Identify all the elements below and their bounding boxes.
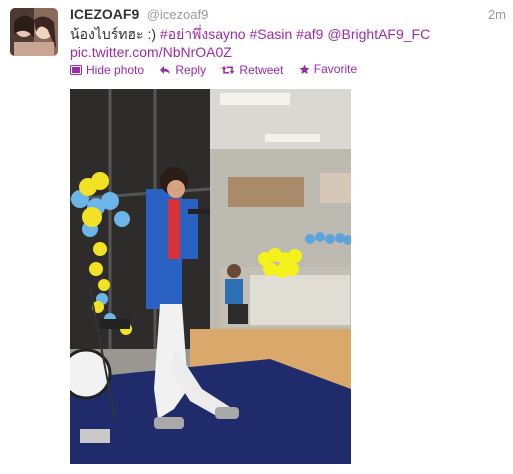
mention-link[interactable]: @BrightAF9_FC — [327, 26, 430, 42]
hashtag-link[interactable]: #af9 — [296, 26, 323, 42]
retweet-label: Retweet — [239, 62, 284, 77]
tweet: ICEZOAF9 @icezoaf9 2m น้องไบร์ทฮะ :) #อย… — [0, 0, 513, 474]
tweet-text: น้องไบร์ทฮะ :) #อย่าพึ่งsayno #Sasin #af… — [70, 25, 500, 61]
avatar[interactable] — [10, 8, 58, 56]
tweet-header: ICEZOAF9 @icezoaf9 2m — [70, 6, 510, 24]
tweet-text-prefix: น้องไบร์ทฮะ :) — [70, 26, 160, 42]
user-name[interactable]: ICEZOAF9 — [70, 6, 139, 22]
photo-icon — [70, 64, 82, 75]
hide-photo-button[interactable]: Hide photo — [70, 63, 144, 77]
user-handle[interactable]: @icezoaf9 — [147, 7, 209, 22]
tweet-actions: Hide photo Reply Retweet Favorite — [70, 62, 369, 78]
reply-label: Reply — [175, 62, 207, 77]
tweet-photo[interactable] — [70, 89, 351, 464]
hashtag-link[interactable]: #อย่าพึ่งsayno — [160, 26, 246, 42]
favorite-icon — [299, 63, 310, 74]
favorite-button[interactable]: Favorite — [299, 62, 357, 76]
retweet-icon — [221, 65, 235, 74]
hashtag-link[interactable]: #Sasin — [249, 26, 292, 42]
reply-icon — [160, 65, 171, 74]
pic-link[interactable]: pic.twitter.com/NbNrOA0Z — [70, 44, 232, 60]
reply-button[interactable]: Reply — [159, 63, 206, 77]
tweet-timestamp[interactable]: 2m — [488, 7, 506, 22]
hide-photo-label: Hide photo — [86, 62, 145, 77]
avatar-image — [10, 8, 58, 56]
retweet-button[interactable]: Retweet — [221, 63, 283, 77]
favorite-label: Favorite — [313, 62, 358, 76]
photo-image — [70, 89, 351, 464]
